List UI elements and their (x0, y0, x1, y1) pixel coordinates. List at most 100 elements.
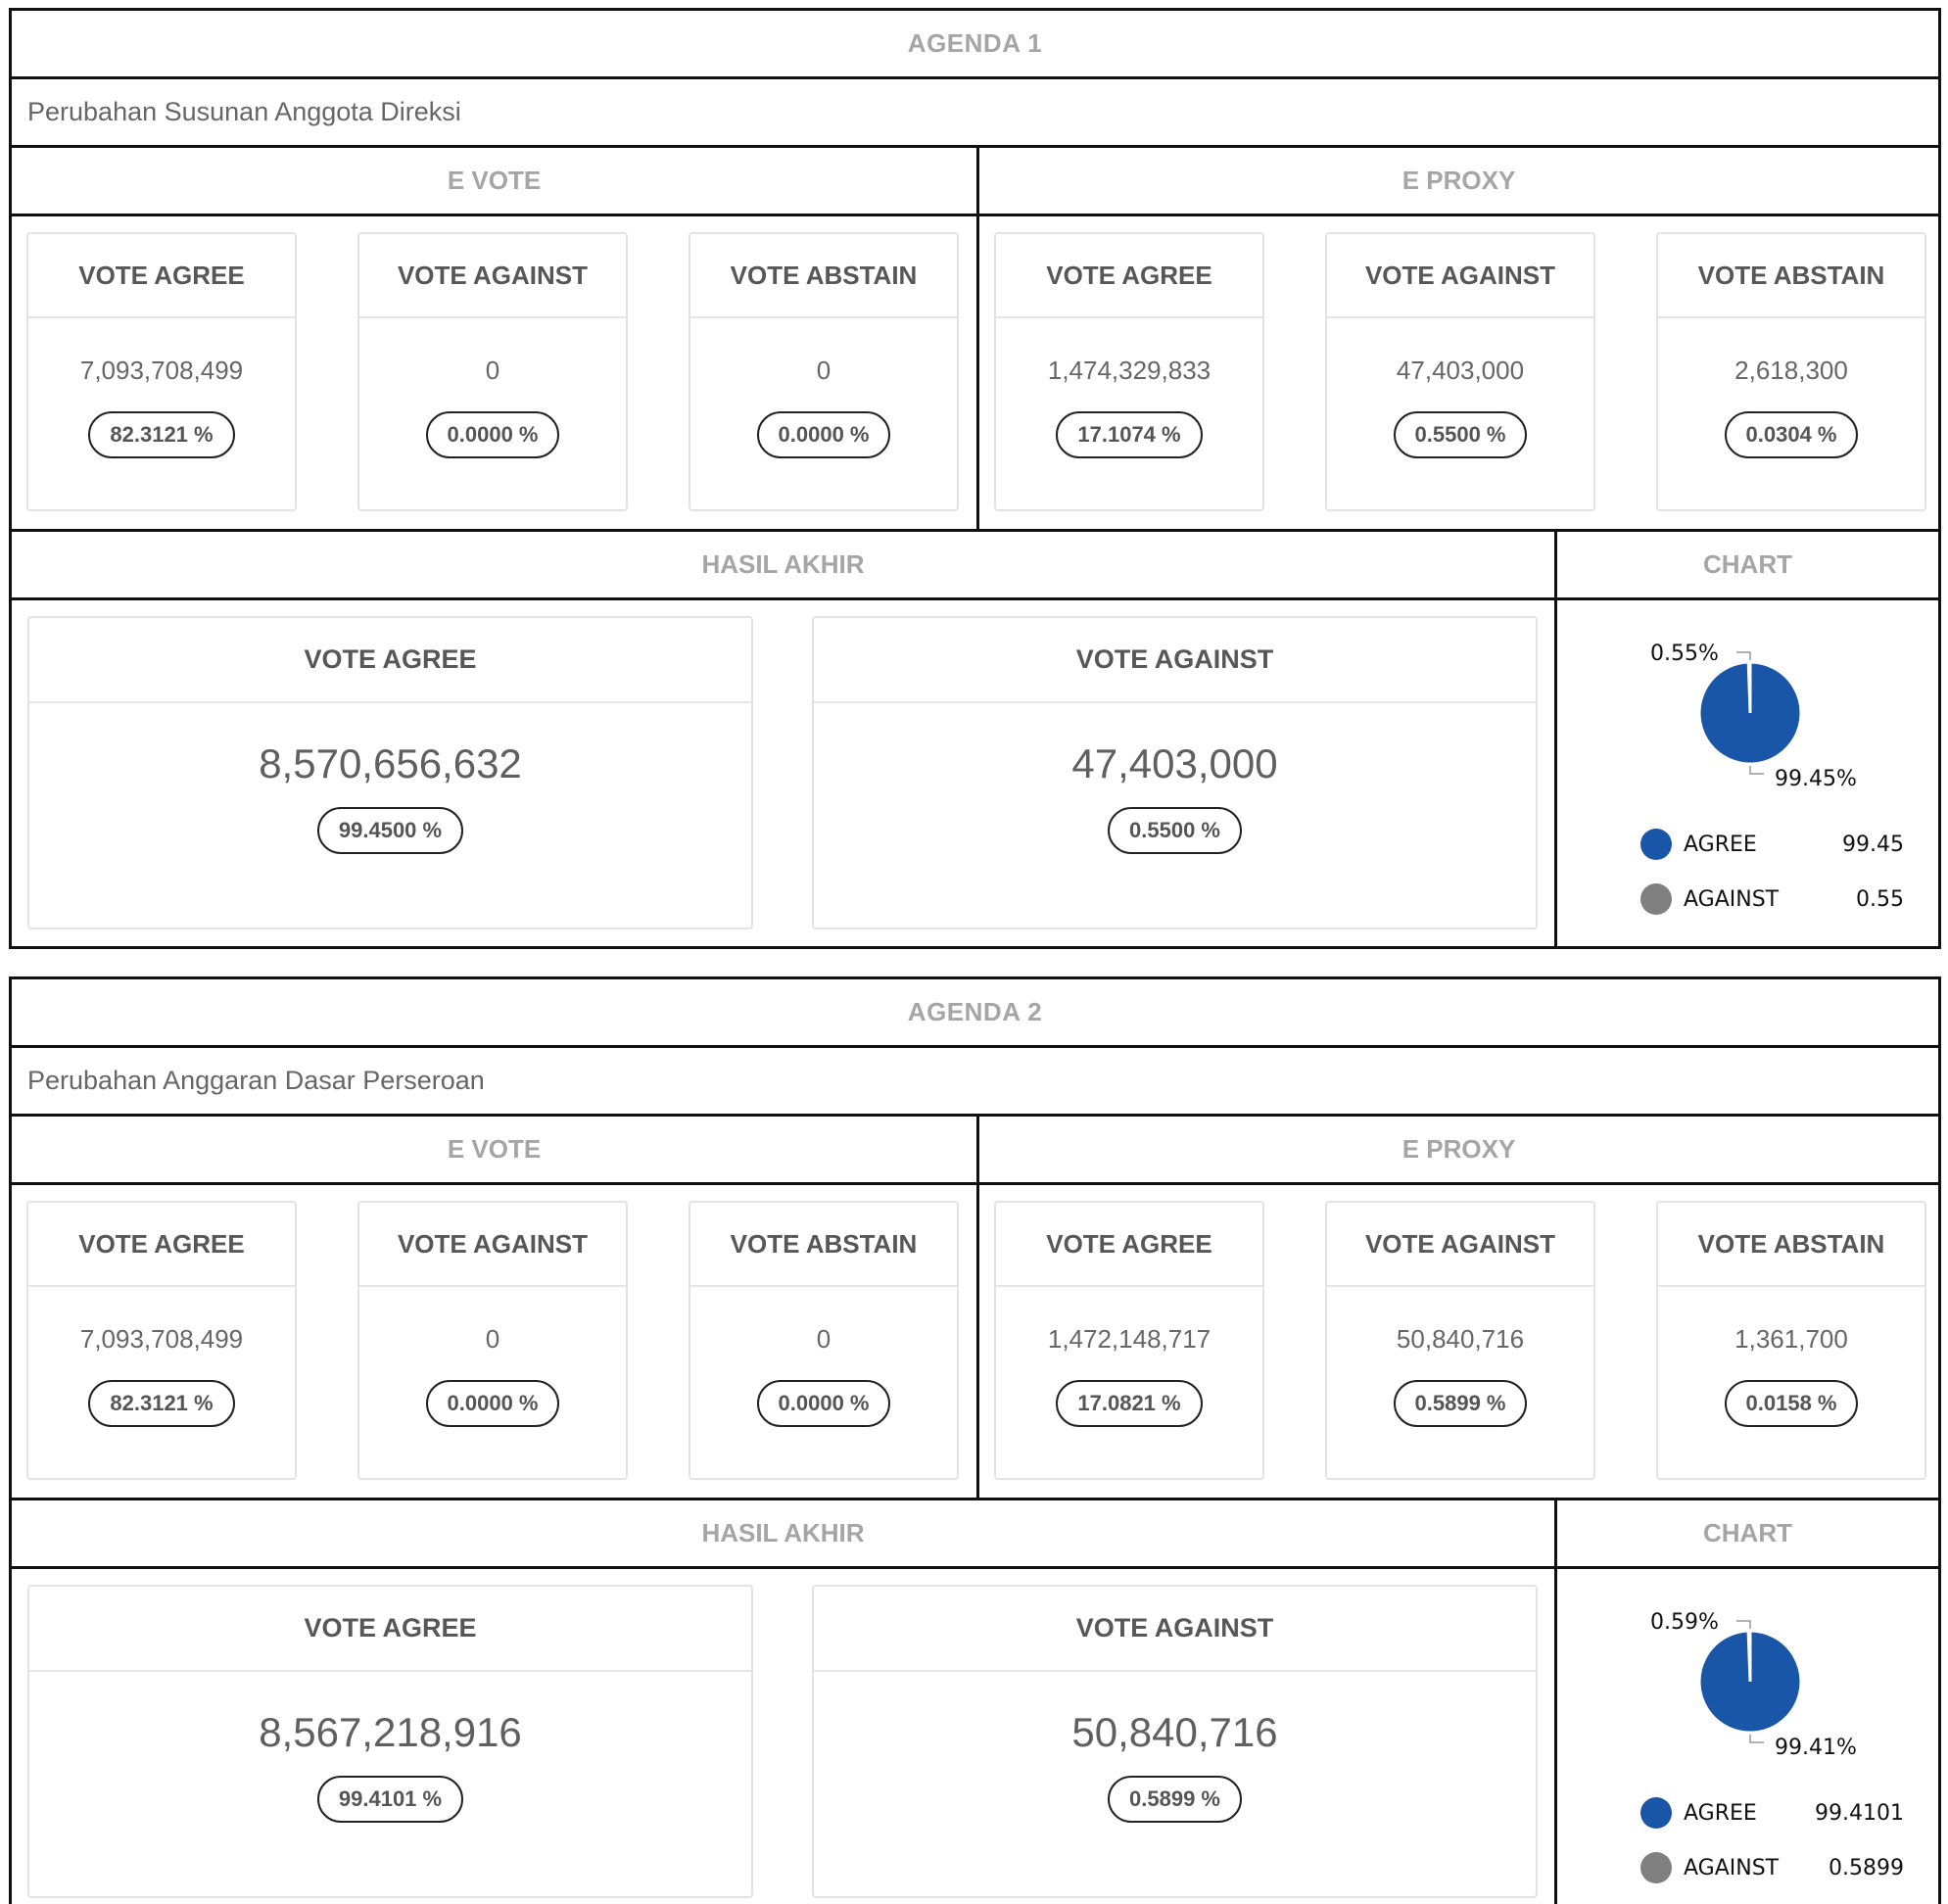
against-slice-label: 0.55% (1650, 642, 1719, 666)
card-label: VOTE AGREE (996, 234, 1262, 318)
legend-label: AGREE (1684, 1800, 1757, 1826)
legend-label: AGAINST (1684, 886, 1780, 912)
legend-against[interactable]: AGAINST 0.5899 (1640, 1852, 1904, 1883)
card-value: 8,570,656,632 (259, 740, 522, 786)
card-value: 50,840,716 (1396, 1324, 1525, 1354)
evote-against-card: VOTE AGAINST 0 0.0000 % (357, 1201, 628, 1480)
legend-value: 0.5899 (1829, 1855, 1904, 1880)
eproxy-abstain-card: VOTE ABSTAIN 1,361,700 0.0158 % (1656, 1201, 1926, 1480)
evote-cards: VOTE AGREE 7,093,708,499 82.3121 % VOTE … (12, 216, 979, 529)
eproxy-against-card: VOTE AGAINST 47,403,000 0.5500 % (1325, 232, 1595, 511)
evote-header: E VOTE (12, 148, 979, 214)
card-label: VOTE AGREE (29, 1587, 751, 1672)
pie-chart: 0.55% 99.45% AGREE 99.45 AGAINST 0.55 (1557, 600, 1938, 946)
percent-badge: 0.0158 % (1724, 1380, 1859, 1427)
percent-badge: 99.4500 % (316, 807, 464, 854)
agenda-panel: AGENDA 2 Perubahan Anggaran Dasar Perser… (9, 976, 1941, 1904)
result-row: VOTE AGREE 8,570,656,632 99.4500 % VOTE … (12, 600, 1938, 946)
card-value: 0 (816, 356, 831, 385)
legend-against-swatch (1640, 1852, 1672, 1883)
against-leader-line (1736, 1620, 1751, 1629)
chart-header: CHART (1703, 549, 1792, 579)
card-label: VOTE AGAINST (1327, 1203, 1593, 1287)
agenda-description: Perubahan Susunan Anggota Direksi (27, 97, 461, 126)
card-label: VOTE ABSTAIN (1658, 1203, 1924, 1287)
agenda-title-row: AGENDA 2 (12, 979, 1938, 1048)
card-value: 0 (816, 1324, 831, 1354)
pie-svg (1697, 651, 1803, 775)
agenda-title: AGENDA 2 (907, 997, 1043, 1026)
agenda-panel: AGENDA 1 Perubahan Susunan Anggota Direk… (9, 8, 1941, 949)
card-label: VOTE AGAINST (814, 1587, 1536, 1672)
card-value: 47,403,000 (1071, 740, 1278, 786)
legend-agree-swatch (1640, 1797, 1672, 1829)
percent-badge: 0.0000 % (425, 411, 560, 458)
result-header-row: HASIL AKHIR CHART (12, 532, 1938, 600)
legend-agree[interactable]: AGREE 99.45 (1640, 829, 1904, 860)
evote-abstain-card: VOTE ABSTAIN 0 0.0000 % (689, 1201, 959, 1480)
legend-label: AGAINST (1684, 1855, 1780, 1880)
eproxy-agree-card: VOTE AGREE 1,472,148,717 17.0821 % (994, 1201, 1264, 1480)
evote-abstain-card: VOTE ABSTAIN 0 0.0000 % (689, 232, 959, 511)
final-against-card: VOTE AGAINST 47,403,000 0.5500 % (812, 616, 1538, 929)
percent-badge: 0.5500 % (1108, 807, 1242, 854)
agenda-description-row: Perubahan Anggaran Dasar Perseroan (12, 1048, 1938, 1117)
hasil-akhir-cards: VOTE AGREE 8,570,656,632 99.4500 % VOTE … (12, 600, 1557, 946)
card-label: VOTE ABSTAIN (690, 234, 957, 318)
result-header-row: HASIL AKHIR CHART (12, 1500, 1938, 1569)
card-value: 1,361,700 (1734, 1324, 1848, 1354)
against-leader-line (1736, 651, 1751, 660)
card-value: 7,093,708,499 (79, 356, 244, 385)
pie-chart: 0.59% 99.41% AGREE 99.4101 AGAINST 0.589… (1557, 1569, 1938, 1904)
card-label: VOTE AGAINST (359, 1203, 626, 1287)
eproxy-against-card: VOTE AGAINST 50,840,716 0.5899 % (1325, 1201, 1595, 1480)
legend-value: 0.55 (1856, 886, 1904, 912)
card-label: VOTE AGAINST (814, 618, 1536, 703)
pie-slice-agree[interactable] (1697, 1629, 1803, 1735)
agree-leader-line (1749, 1735, 1764, 1743)
card-label: VOTE AGREE (28, 234, 295, 318)
evote-cards: VOTE AGREE 7,093,708,499 82.3121 % VOTE … (12, 1185, 979, 1498)
pie-slice-agree[interactable] (1697, 660, 1803, 766)
agenda-title-row: AGENDA 1 (12, 11, 1938, 79)
agree-slice-label: 99.45% (1775, 767, 1857, 791)
eproxy-cards: VOTE AGREE 1,472,148,717 17.0821 % VOTE … (979, 1185, 1938, 1498)
card-label: VOTE AGREE (996, 1203, 1262, 1287)
chart-header: CHART (1703, 1518, 1792, 1547)
percent-badge: 17.0821 % (1056, 1380, 1203, 1427)
card-value: 7,093,708,499 (79, 1324, 244, 1354)
eproxy-cards: VOTE AGREE 1,474,329,833 17.1074 % VOTE … (979, 216, 1938, 529)
vote-cards-row: VOTE AGREE 7,093,708,499 82.3121 % VOTE … (12, 1185, 1938, 1500)
percent-badge: 0.5899 % (1108, 1776, 1242, 1823)
hasil-akhir-header: HASIL AKHIR (12, 1500, 1557, 1566)
against-slice-label: 0.59% (1650, 1610, 1719, 1635)
evote-against-card: VOTE AGAINST 0 0.0000 % (357, 232, 628, 511)
card-label: VOTE ABSTAIN (690, 1203, 957, 1287)
percent-badge: 17.1074 % (1056, 411, 1203, 458)
legend-value: 99.4101 (1815, 1800, 1904, 1826)
card-value: 50,840,716 (1071, 1709, 1278, 1755)
card-value: 0 (485, 1324, 500, 1354)
percent-badge: 0.0000 % (425, 1380, 560, 1427)
legend-agree[interactable]: AGREE 99.4101 (1640, 1797, 1904, 1829)
legend-label: AGREE (1684, 832, 1757, 857)
final-agree-card: VOTE AGREE 8,570,656,632 99.4500 % (27, 616, 753, 929)
card-value: 1,474,329,833 (1047, 356, 1212, 385)
vote-source-header-row: E VOTE E PROXY (12, 148, 1938, 216)
percent-badge: 0.0304 % (1724, 411, 1859, 458)
evote-header: E VOTE (12, 1117, 979, 1182)
legend-against[interactable]: AGAINST 0.55 (1640, 883, 1904, 915)
pie-svg (1697, 1620, 1803, 1743)
percent-badge: 99.4101 % (316, 1776, 464, 1823)
agree-slice-label: 99.41% (1775, 1736, 1857, 1760)
final-against-card: VOTE AGAINST 50,840,716 0.5899 % (812, 1585, 1538, 1898)
agenda-description-row: Perubahan Susunan Anggota Direksi (12, 79, 1938, 148)
legend-against-swatch (1640, 883, 1672, 915)
evote-agree-card: VOTE AGREE 7,093,708,499 82.3121 % (26, 1201, 297, 1480)
agenda-description: Perubahan Anggaran Dasar Perseroan (27, 1066, 485, 1095)
percent-badge: 0.5899 % (1393, 1380, 1528, 1427)
card-value: 8,567,218,916 (259, 1709, 522, 1755)
final-agree-card: VOTE AGREE 8,567,218,916 99.4101 % (27, 1585, 753, 1898)
card-value: 1,472,148,717 (1047, 1324, 1212, 1354)
hasil-akhir-cards: VOTE AGREE 8,567,218,916 99.4101 % VOTE … (12, 1569, 1557, 1904)
